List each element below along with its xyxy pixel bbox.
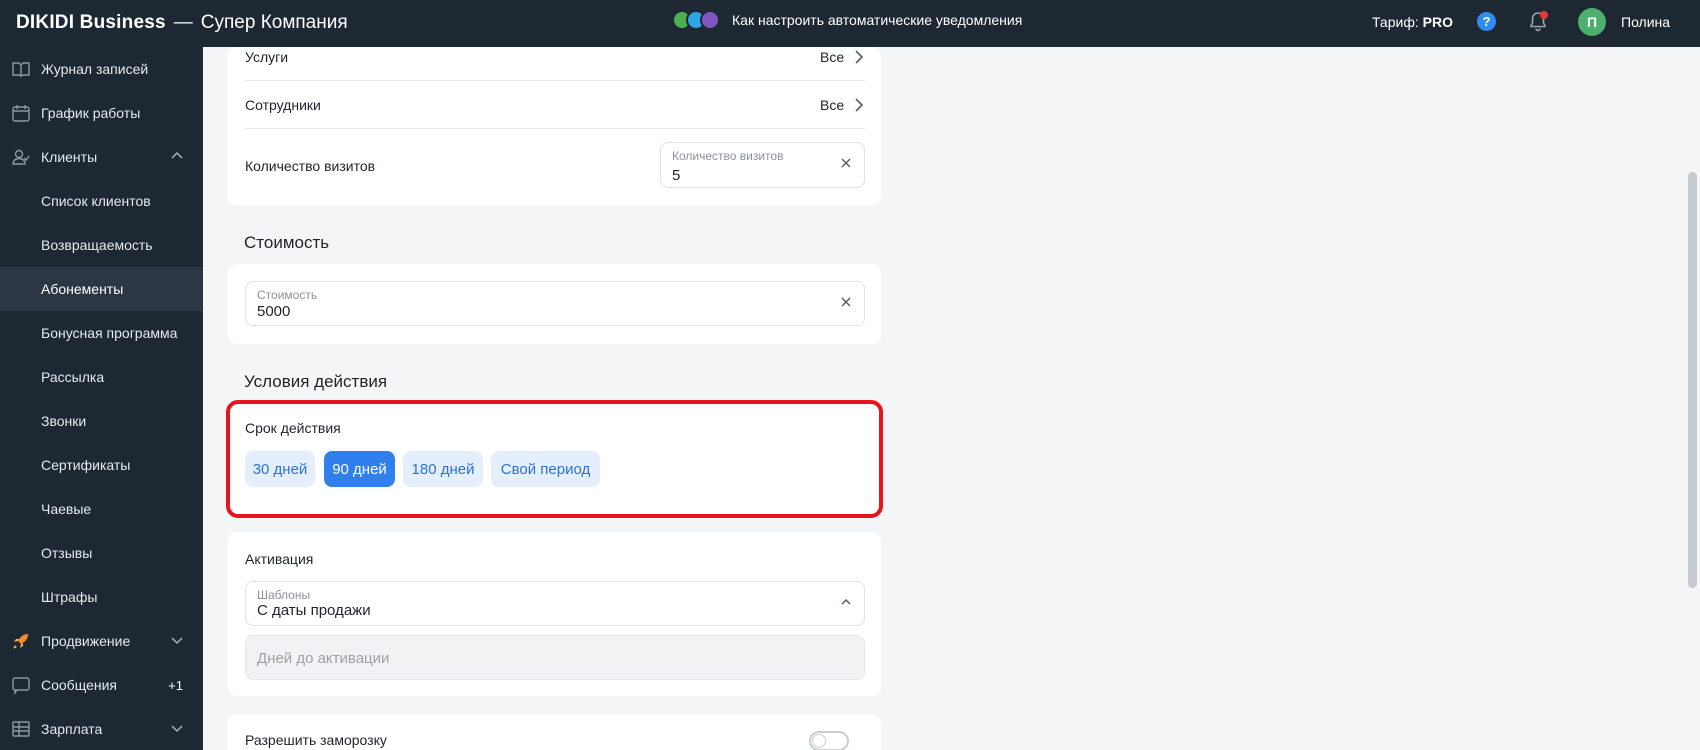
clear-icon[interactable] <box>840 157 852 169</box>
activation-title: Активация <box>245 551 314 567</box>
sidebar-item-label: Бонусная программа <box>41 325 178 341</box>
sidebar-item-label: Чаевые <box>41 501 92 517</box>
sidebar-item-client-list[interactable]: Список клиентов <box>0 179 203 223</box>
sidebar-item-messages[interactable]: Сообщения +1 <box>0 663 203 707</box>
sidebar-item-calls[interactable]: Звонки <box>0 399 203 443</box>
sidebar-item-subscriptions[interactable]: Абонементы <box>0 267 203 311</box>
sidebar-item-label: Рассылка <box>41 369 105 385</box>
help-icon[interactable]: ? <box>1477 12 1496 31</box>
chevron-down-icon <box>171 725 183 733</box>
cost-section-title: Стоимость <box>244 233 330 252</box>
sidebar-item-salary[interactable]: Зарплата <box>0 707 203 750</box>
sidebar-item-label: Сертификаты <box>41 457 131 473</box>
visits-count-field-value: 5 <box>672 167 681 184</box>
sidebar-item-label: Клиенты <box>41 149 98 165</box>
cost-field[interactable]: Стоимость 5000 <box>245 281 865 326</box>
sidebar-item-mailing[interactable]: Рассылка <box>0 355 203 399</box>
sidebar-item-label: Отзывы <box>41 545 93 561</box>
sidebar-item-label: Журнал записей <box>41 61 149 77</box>
chevron-right-icon <box>855 50 863 64</box>
sidebar-item-label: Звонки <box>41 413 87 429</box>
brand-name: DIKIDI Business <box>16 12 166 33</box>
chevron-up-icon <box>841 598 851 605</box>
template-field-label: Шаблоны <box>257 588 311 602</box>
divider <box>245 80 865 81</box>
user-name[interactable]: Полина <box>1621 14 1670 30</box>
calendar-icon <box>12 105 30 122</box>
clients-icon <box>12 149 30 165</box>
sidebar-item-label: Сообщения <box>41 677 117 693</box>
divider <box>245 128 865 129</box>
days-to-activation-input[interactable]: Дней до активации <box>245 635 865 680</box>
salary-icon <box>12 721 30 737</box>
sidebar-item-label: Зарплата <box>41 721 103 737</box>
tariff-info[interactable]: Тариф: PRO <box>1372 14 1453 30</box>
validity-option-30[interactable]: 30 дней <box>245 451 315 487</box>
visits-count-label: Количество визитов <box>245 158 376 174</box>
activation-template-select[interactable]: Шаблоны С даты продажи <box>245 581 865 626</box>
promo-banner[interactable]: Как настроить автоматические уведомления <box>672 10 1022 30</box>
visits-count-field[interactable]: Количество визитов 5 <box>660 142 865 188</box>
brand-separator: — <box>173 12 193 33</box>
messages-icon <box>12 677 30 695</box>
freeze-toggle[interactable] <box>809 731 849 750</box>
scrollbar-thumb[interactable] <box>1688 172 1697 588</box>
messenger-icons <box>672 10 720 30</box>
journal-icon <box>12 62 30 78</box>
sidebar-item-label: Возвращаемость <box>41 237 153 253</box>
staff-label: Сотрудники <box>245 97 321 113</box>
sidebar-item-journal[interactable]: Журнал записей <box>0 47 203 91</box>
visits-count-field-label: Количество визитов <box>672 149 784 163</box>
validity-option-180[interactable]: 180 дней <box>403 451 483 487</box>
cost-field-label: Стоимость <box>257 288 318 302</box>
sidebar-item-schedule[interactable]: График работы <box>0 91 203 135</box>
tariff-label: Тариф: <box>1372 14 1419 30</box>
chevron-right-icon <box>855 98 863 112</box>
services-value: Все <box>820 49 845 65</box>
staff-value: Все <box>820 97 845 113</box>
sidebar-item-label: Продвижение <box>41 633 131 649</box>
sidebar-item-label: Список клиентов <box>41 193 151 209</box>
top-bar: DIKIDI Business — Супер Компания Как настр… <box>0 0 1700 47</box>
sidebar-item-label: Абонементы <box>41 281 124 297</box>
validity-label: Срок действия <box>245 420 341 436</box>
clear-icon[interactable] <box>840 296 852 308</box>
notifications-bell-icon[interactable] <box>1528 11 1548 33</box>
rocket-icon <box>13 634 28 649</box>
conditions-section-title: Условия действия <box>244 372 388 391</box>
chevron-down-icon <box>171 637 183 645</box>
toggle-knob <box>812 734 826 748</box>
tariff-value: PRO <box>1422 14 1453 30</box>
cost-field-value: 5000 <box>257 303 291 320</box>
company-name: Супер Компания <box>200 12 348 33</box>
sidebar: Журнал записей График работы Клиенты Спи… <box>0 47 203 750</box>
chevron-up-icon <box>171 151 183 159</box>
sidebar-item-promotion[interactable]: Продвижение <box>0 619 203 663</box>
sidebar-item-retention[interactable]: Возвращаемость <box>0 223 203 267</box>
promo-text: Как настроить автоматические уведомления <box>732 12 1023 28</box>
validity-option-custom[interactable]: Свой период <box>491 451 600 487</box>
validity-option-90[interactable]: 90 дней <box>324 451 395 487</box>
sidebar-item-tips[interactable]: Чаевые <box>0 487 203 531</box>
sidebar-item-clients[interactable]: Клиенты <box>0 135 203 179</box>
messages-count-badge: +1 <box>168 677 183 693</box>
sidebar-item-bonus[interactable]: Бонусная программа <box>0 311 203 355</box>
notification-dot <box>1540 11 1548 19</box>
sidebar-item-fines[interactable]: Штрафы <box>0 575 203 619</box>
days-to-activation-placeholder: Дней до активации <box>257 650 390 667</box>
template-field-value: С даты продажи <box>257 602 371 619</box>
brand[interactable]: DIKIDI Business — Супер Компания <box>16 12 348 34</box>
viber-icon <box>700 10 720 30</box>
services-label: Услуги <box>245 49 289 65</box>
sidebar-item-label: Штрафы <box>41 589 98 605</box>
avatar[interactable]: П <box>1578 8 1606 36</box>
sidebar-item-reviews[interactable]: Отзывы <box>0 531 203 575</box>
sidebar-item-certificates[interactable]: Сертификаты <box>0 443 203 487</box>
sidebar-item-label: График работы <box>41 105 141 121</box>
freeze-label: Разрешить заморозку <box>245 732 387 748</box>
